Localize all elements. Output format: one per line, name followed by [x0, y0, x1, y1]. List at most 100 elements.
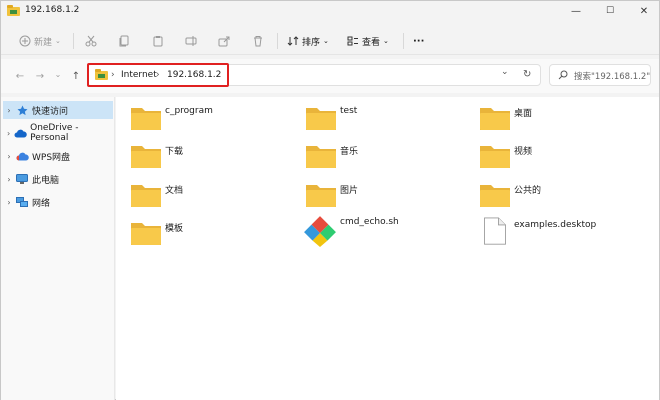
- folder-icon: [480, 185, 510, 207]
- sidebar-item-onedrive[interactable]: › OneDrive - Personal: [3, 123, 113, 143]
- chevron-right-icon[interactable]: ›: [3, 152, 15, 161]
- chevron-down-icon: ⌄: [55, 37, 61, 45]
- folder-item-videos[interactable]: 视频: [479, 141, 649, 175]
- folder-icon: [480, 108, 510, 130]
- maximize-button[interactable]: ☐: [595, 1, 625, 21]
- script-file-icon: [304, 216, 336, 247]
- view-button[interactable]: 查看 ⌄: [347, 32, 389, 50]
- sidebar-item-label: WPS网盘: [32, 152, 71, 163]
- chevron-right-icon[interactable]: ›: [3, 175, 15, 184]
- search-icon: [558, 70, 568, 80]
- folder-icon: [131, 108, 161, 130]
- sort-button[interactable]: 排序 ⌄: [287, 32, 329, 50]
- file-name: 模板: [165, 224, 184, 234]
- sidebar-item-label: 网络: [32, 198, 51, 209]
- folder-item-music[interactable]: 音乐: [305, 141, 475, 175]
- file-explorer-window: 192.168.1.2 — ☐ ✕ 新建 ⌄ 排序 ⌄ 查看 ⌄ ··· ← →…: [0, 0, 660, 400]
- folder-item-downloads[interactable]: 下载: [130, 141, 300, 175]
- file-name: 图片: [340, 186, 359, 196]
- toolbar-divider: [73, 33, 74, 49]
- folder-item-pictures[interactable]: 图片: [305, 180, 475, 214]
- more-options-button[interactable]: ···: [413, 32, 424, 50]
- back-button[interactable]: ←: [13, 69, 27, 83]
- paste-button[interactable]: [152, 32, 164, 50]
- star-icon: [15, 104, 29, 116]
- delete-button[interactable]: [252, 32, 264, 50]
- folder-icon: [306, 108, 336, 130]
- up-button[interactable]: ↑: [69, 69, 83, 83]
- chevron-right-icon[interactable]: ›: [3, 129, 14, 138]
- search-box[interactable]: 搜索"192.168.1.2": [549, 64, 651, 86]
- address-highlight-box: [87, 63, 229, 87]
- new-label: 新建: [34, 37, 53, 48]
- address-dropdown-button[interactable]: ⌄: [501, 67, 509, 77]
- network-icon: [15, 196, 29, 208]
- file-name: 桌面: [514, 109, 533, 119]
- sort-label: 排序: [302, 37, 321, 48]
- folder-item-test[interactable]: test: [305, 103, 475, 137]
- add-circle-icon: [19, 35, 31, 47]
- folder-item-c-program[interactable]: c_program: [130, 103, 300, 137]
- command-toolbar: 新建 ⌄ 排序 ⌄ 查看 ⌄ ···: [1, 27, 659, 55]
- file-item-cmd-echo[interactable]: cmd_echo.sh: [303, 214, 473, 248]
- close-button[interactable]: ✕: [629, 1, 659, 21]
- sidebar-item-network[interactable]: › 网络: [3, 193, 113, 211]
- copy-button[interactable]: [118, 32, 130, 50]
- toolbar-divider: [277, 33, 278, 49]
- folder-item-documents[interactable]: 文档: [130, 180, 300, 214]
- file-name: 文档: [165, 186, 184, 196]
- file-name: 下载: [165, 147, 184, 157]
- folder-icon: [306, 146, 336, 168]
- share-button[interactable]: [218, 32, 230, 50]
- chevron-down-icon: ⌄: [383, 37, 389, 45]
- view-icon: [347, 36, 358, 46]
- search-placeholder: 搜索"192.168.1.2": [574, 72, 651, 82]
- sidebar-item-this-pc[interactable]: › 此电脑: [3, 170, 113, 188]
- folder-icon: [131, 146, 161, 168]
- rename-button[interactable]: [185, 32, 197, 50]
- file-name: 视频: [514, 147, 533, 157]
- file-name: 公共的: [514, 186, 542, 196]
- navigation-pane: › 快速访问 › OneDrive - Personal › WPS网盘 › 此…: [1, 97, 115, 400]
- file-name: 音乐: [340, 147, 359, 157]
- sidebar-item-label: 快速访问: [32, 106, 69, 117]
- window-title: 192.168.1.2: [25, 5, 80, 15]
- folder-icon: [131, 223, 161, 245]
- refresh-button[interactable]: ↻: [523, 69, 531, 80]
- forward-button[interactable]: →: [33, 69, 47, 83]
- share-icon: [218, 36, 230, 47]
- computer-icon: [15, 173, 29, 185]
- title-bar: 192.168.1.2 — ☐ ✕: [1, 1, 659, 21]
- chevron-down-icon: ⌄: [323, 37, 329, 45]
- file-name: test: [340, 106, 358, 116]
- folder-icon: [131, 185, 161, 207]
- folder-icon: [480, 146, 510, 168]
- wps-cloud-icon: [15, 150, 29, 162]
- sidebar-item-wps-cloud[interactable]: › WPS网盘: [3, 147, 113, 165]
- recent-locations-button[interactable]: ⌄: [51, 67, 65, 81]
- chevron-right-icon[interactable]: ›: [3, 106, 15, 115]
- folder-item-desktop[interactable]: 桌面: [479, 103, 649, 137]
- document-file-icon: [484, 217, 506, 245]
- file-name: examples.desktop: [514, 220, 597, 230]
- sidebar-item-quick-access[interactable]: › 快速访问: [3, 101, 113, 119]
- file-name: c_program: [165, 106, 213, 116]
- toolbar-divider: [403, 33, 404, 49]
- chevron-right-icon[interactable]: ›: [3, 198, 15, 207]
- folder-item-templates[interactable]: 模板: [130, 218, 300, 252]
- trash-icon: [254, 36, 262, 47]
- sort-icon: [287, 36, 299, 46]
- sidebar-item-label: 此电脑: [32, 175, 60, 186]
- scissors-icon: [85, 35, 97, 47]
- minimize-button[interactable]: —: [561, 1, 591, 21]
- cloud-icon: [14, 127, 27, 139]
- file-item-examples-desktop[interactable]: examples.desktop: [481, 215, 651, 249]
- new-button[interactable]: 新建 ⌄: [19, 32, 61, 50]
- file-list: c_program test 桌面 下载 音乐 视频 文档 图片 公共的 模板 …: [116, 97, 659, 400]
- rename-icon: [185, 36, 197, 46]
- folder-item-public[interactable]: 公共的: [479, 180, 649, 214]
- folder-icon: [306, 185, 336, 207]
- copy-icon: [119, 35, 129, 47]
- cut-button[interactable]: [85, 32, 97, 50]
- file-name: cmd_echo.sh: [340, 217, 399, 227]
